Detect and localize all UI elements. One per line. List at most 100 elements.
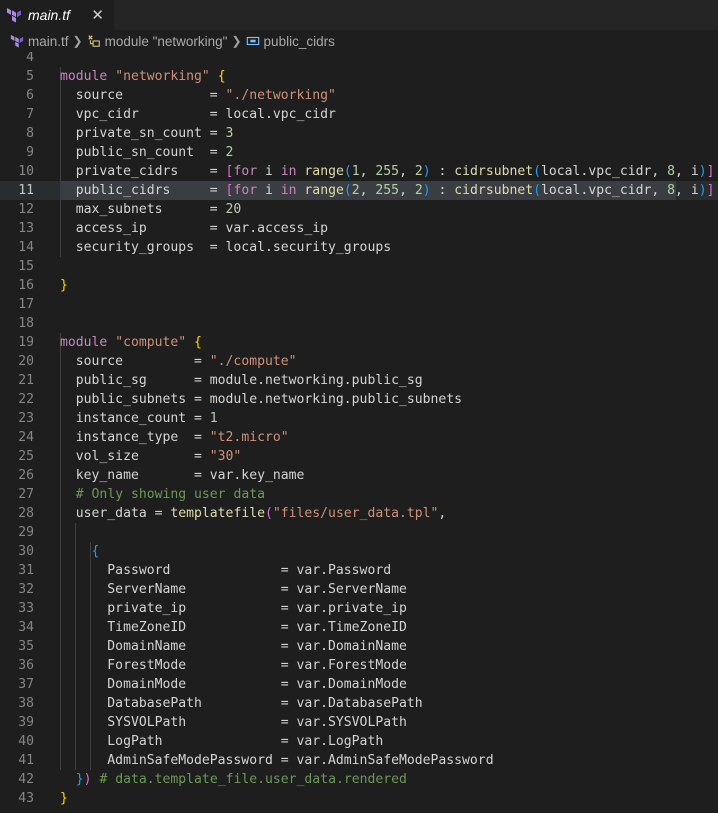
code-editor[interactable]: 4 5 module "networking" {6 source = "./net… (0, 52, 718, 813)
line-number: 31 (18, 563, 34, 578)
code-line[interactable]: 30 { (0, 542, 718, 561)
code-line[interactable]: 40 LogPath = var.LogPath (0, 732, 718, 751)
line-number: 23 (18, 411, 34, 426)
code-token: ( (264, 506, 273, 521)
code-line[interactable]: 16} (0, 276, 718, 295)
code-token: DomainName = var.DomainName (60, 639, 407, 654)
code-line[interactable]: 26 key_name = var.key_name (0, 466, 718, 485)
line-code: vpc_cidr = local.vpc_cidr (60, 105, 336, 124)
code-line[interactable]: 25 vol_size = "30" (0, 447, 718, 466)
line-number: 30 (18, 544, 34, 559)
code-line[interactable]: 18 (0, 314, 718, 333)
code-token: "t2.micro" (209, 430, 289, 445)
code-token: DatabasePath = var.DatabasePath (60, 696, 423, 711)
line-number: 12 (18, 202, 34, 217)
code-line[interactable]: 36 ForestMode = var.ForestMode (0, 656, 718, 675)
line-number: 37 (18, 677, 34, 692)
code-token: ) (83, 772, 92, 787)
code-line[interactable]: 9 public_sn_count = 2 (0, 143, 718, 162)
line-code: ServerName = var.ServerName (60, 580, 407, 599)
code-token: : (430, 164, 455, 179)
code-line[interactable]: 41 AdminSafeModePassword = var.AdminSafe… (0, 751, 718, 770)
code-line[interactable]: 23 instance_count = 1 (0, 409, 718, 428)
close-icon[interactable]: ✕ (91, 6, 104, 24)
line-code: private_cidrs = [for i in range(1, 255, … (60, 162, 715, 181)
code-line[interactable]: 12 max_subnets = 20 (0, 200, 718, 219)
code-token: ForestMode = var.ForestMode (60, 658, 407, 673)
code-token: ) (698, 183, 707, 198)
line-code: key_name = var.key_name (60, 466, 305, 485)
code-token: public_subnets = module.networking.publi… (60, 392, 463, 407)
code-line[interactable]: 11 public_cidrs = [for i in range(2, 255… (0, 181, 718, 200)
code-line[interactable]: 33 private_ip = var.private_ip (0, 599, 718, 618)
code-token: 255 (375, 164, 400, 179)
code-token: "files/user_data.tpl" (272, 506, 439, 521)
line-number: 14 (18, 240, 34, 255)
code-token: # data.template_file.user_data.rendered (99, 772, 407, 787)
code-token: ( (343, 164, 352, 179)
code-token: ( (533, 164, 542, 179)
code-line[interactable]: 27 # Only showing user data (0, 485, 718, 504)
code-token: ( (343, 183, 352, 198)
code-line[interactable]: 34 TimeZoneID = var.TimeZoneID (0, 618, 718, 637)
code-line[interactable]: 24 instance_type = "t2.micro" (0, 428, 718, 447)
code-line[interactable]: 17 (0, 295, 718, 314)
code-line[interactable]: 8 private_sn_count = 3 (0, 124, 718, 143)
code-token: 3 (225, 126, 234, 141)
line-code: public_subnets = module.networking.publi… (60, 390, 462, 409)
code-line[interactable]: 35 DomainName = var.DomainName (0, 637, 718, 656)
line-number: 9 (26, 145, 34, 160)
line-number: 15 (18, 259, 34, 274)
code-line[interactable]: 15 (0, 257, 718, 276)
field-icon (246, 36, 259, 46)
code-line[interactable]: 14 security_groups = local.security_grou… (0, 238, 718, 257)
code-token: 8 (667, 183, 676, 198)
code-token: "compute" (115, 335, 187, 350)
line-number: 6 (26, 88, 34, 103)
code-line[interactable]: 6 source = "./networking" (0, 86, 718, 105)
code-line[interactable]: 31 Password = var.Password (0, 561, 718, 580)
code-line[interactable]: 4 (0, 52, 718, 67)
breadcrumb-file-label: main.tf (28, 33, 69, 49)
code-line[interactable]: 20 source = "./compute" (0, 352, 718, 371)
code-token: templatefile (170, 506, 265, 521)
code-line[interactable]: 22 public_subnets = module.networking.pu… (0, 390, 718, 409)
code-line[interactable]: 38 DatabasePath = var.DatabasePath (0, 694, 718, 713)
code-line[interactable]: 29 (0, 523, 718, 542)
code-token: , (359, 183, 376, 198)
line-code: { (60, 542, 100, 561)
code-line[interactable]: 7 vpc_cidr = local.vpc_cidr (0, 105, 718, 124)
code-line[interactable]: 32 ServerName = var.ServerName (0, 580, 718, 599)
code-line[interactable]: 13 access_ip = var.access_ip (0, 219, 718, 238)
code-line[interactable]: 10 private_cidrs = [for i in range(1, 25… (0, 162, 718, 181)
line-number: 24 (18, 430, 34, 445)
line-number: 34 (18, 620, 34, 635)
code-line[interactable]: 28 user_data = templatefile("files/user_… (0, 504, 718, 523)
line-number: 42 (18, 772, 34, 787)
code-token: 1 (351, 164, 360, 179)
code-line[interactable]: 21 public_sg = module.networking.public_… (0, 371, 718, 390)
line-number: 28 (18, 506, 34, 521)
code-token: ServerName = var.ServerName (60, 582, 407, 597)
breadcrumb-module[interactable]: module "networking" (87, 34, 227, 49)
line-number: 25 (18, 449, 34, 464)
code-line[interactable]: 39 SYSVOLPath = var.SYSVOLPath (0, 713, 718, 732)
code-token: for (233, 164, 258, 179)
breadcrumb-attr[interactable]: public_cidrs (246, 34, 335, 49)
tab-main-tf[interactable]: main.tf ✕ (0, 0, 114, 30)
code-line[interactable]: 19 module "compute" { (0, 333, 718, 352)
line-number: 40 (18, 734, 34, 749)
code-line[interactable]: 42 }) # data.template_file.user_data.ren… (0, 770, 718, 789)
code-line[interactable]: 37 DomainMode = var.DomainMode (0, 675, 718, 694)
code-line[interactable]: 5 module "networking" { (0, 67, 718, 86)
code-line[interactable]: 43} (0, 789, 718, 808)
code-token: SYSVOLPath = var.SYSVOLPath (60, 715, 407, 730)
code-token: Password = var.Password (60, 563, 392, 578)
code-token: public_sn_count = (60, 145, 226, 160)
module-icon (87, 35, 100, 47)
breadcrumb-file[interactable]: main.tf (10, 34, 69, 49)
code-token: module (60, 69, 116, 84)
line-number: 16 (18, 278, 34, 293)
